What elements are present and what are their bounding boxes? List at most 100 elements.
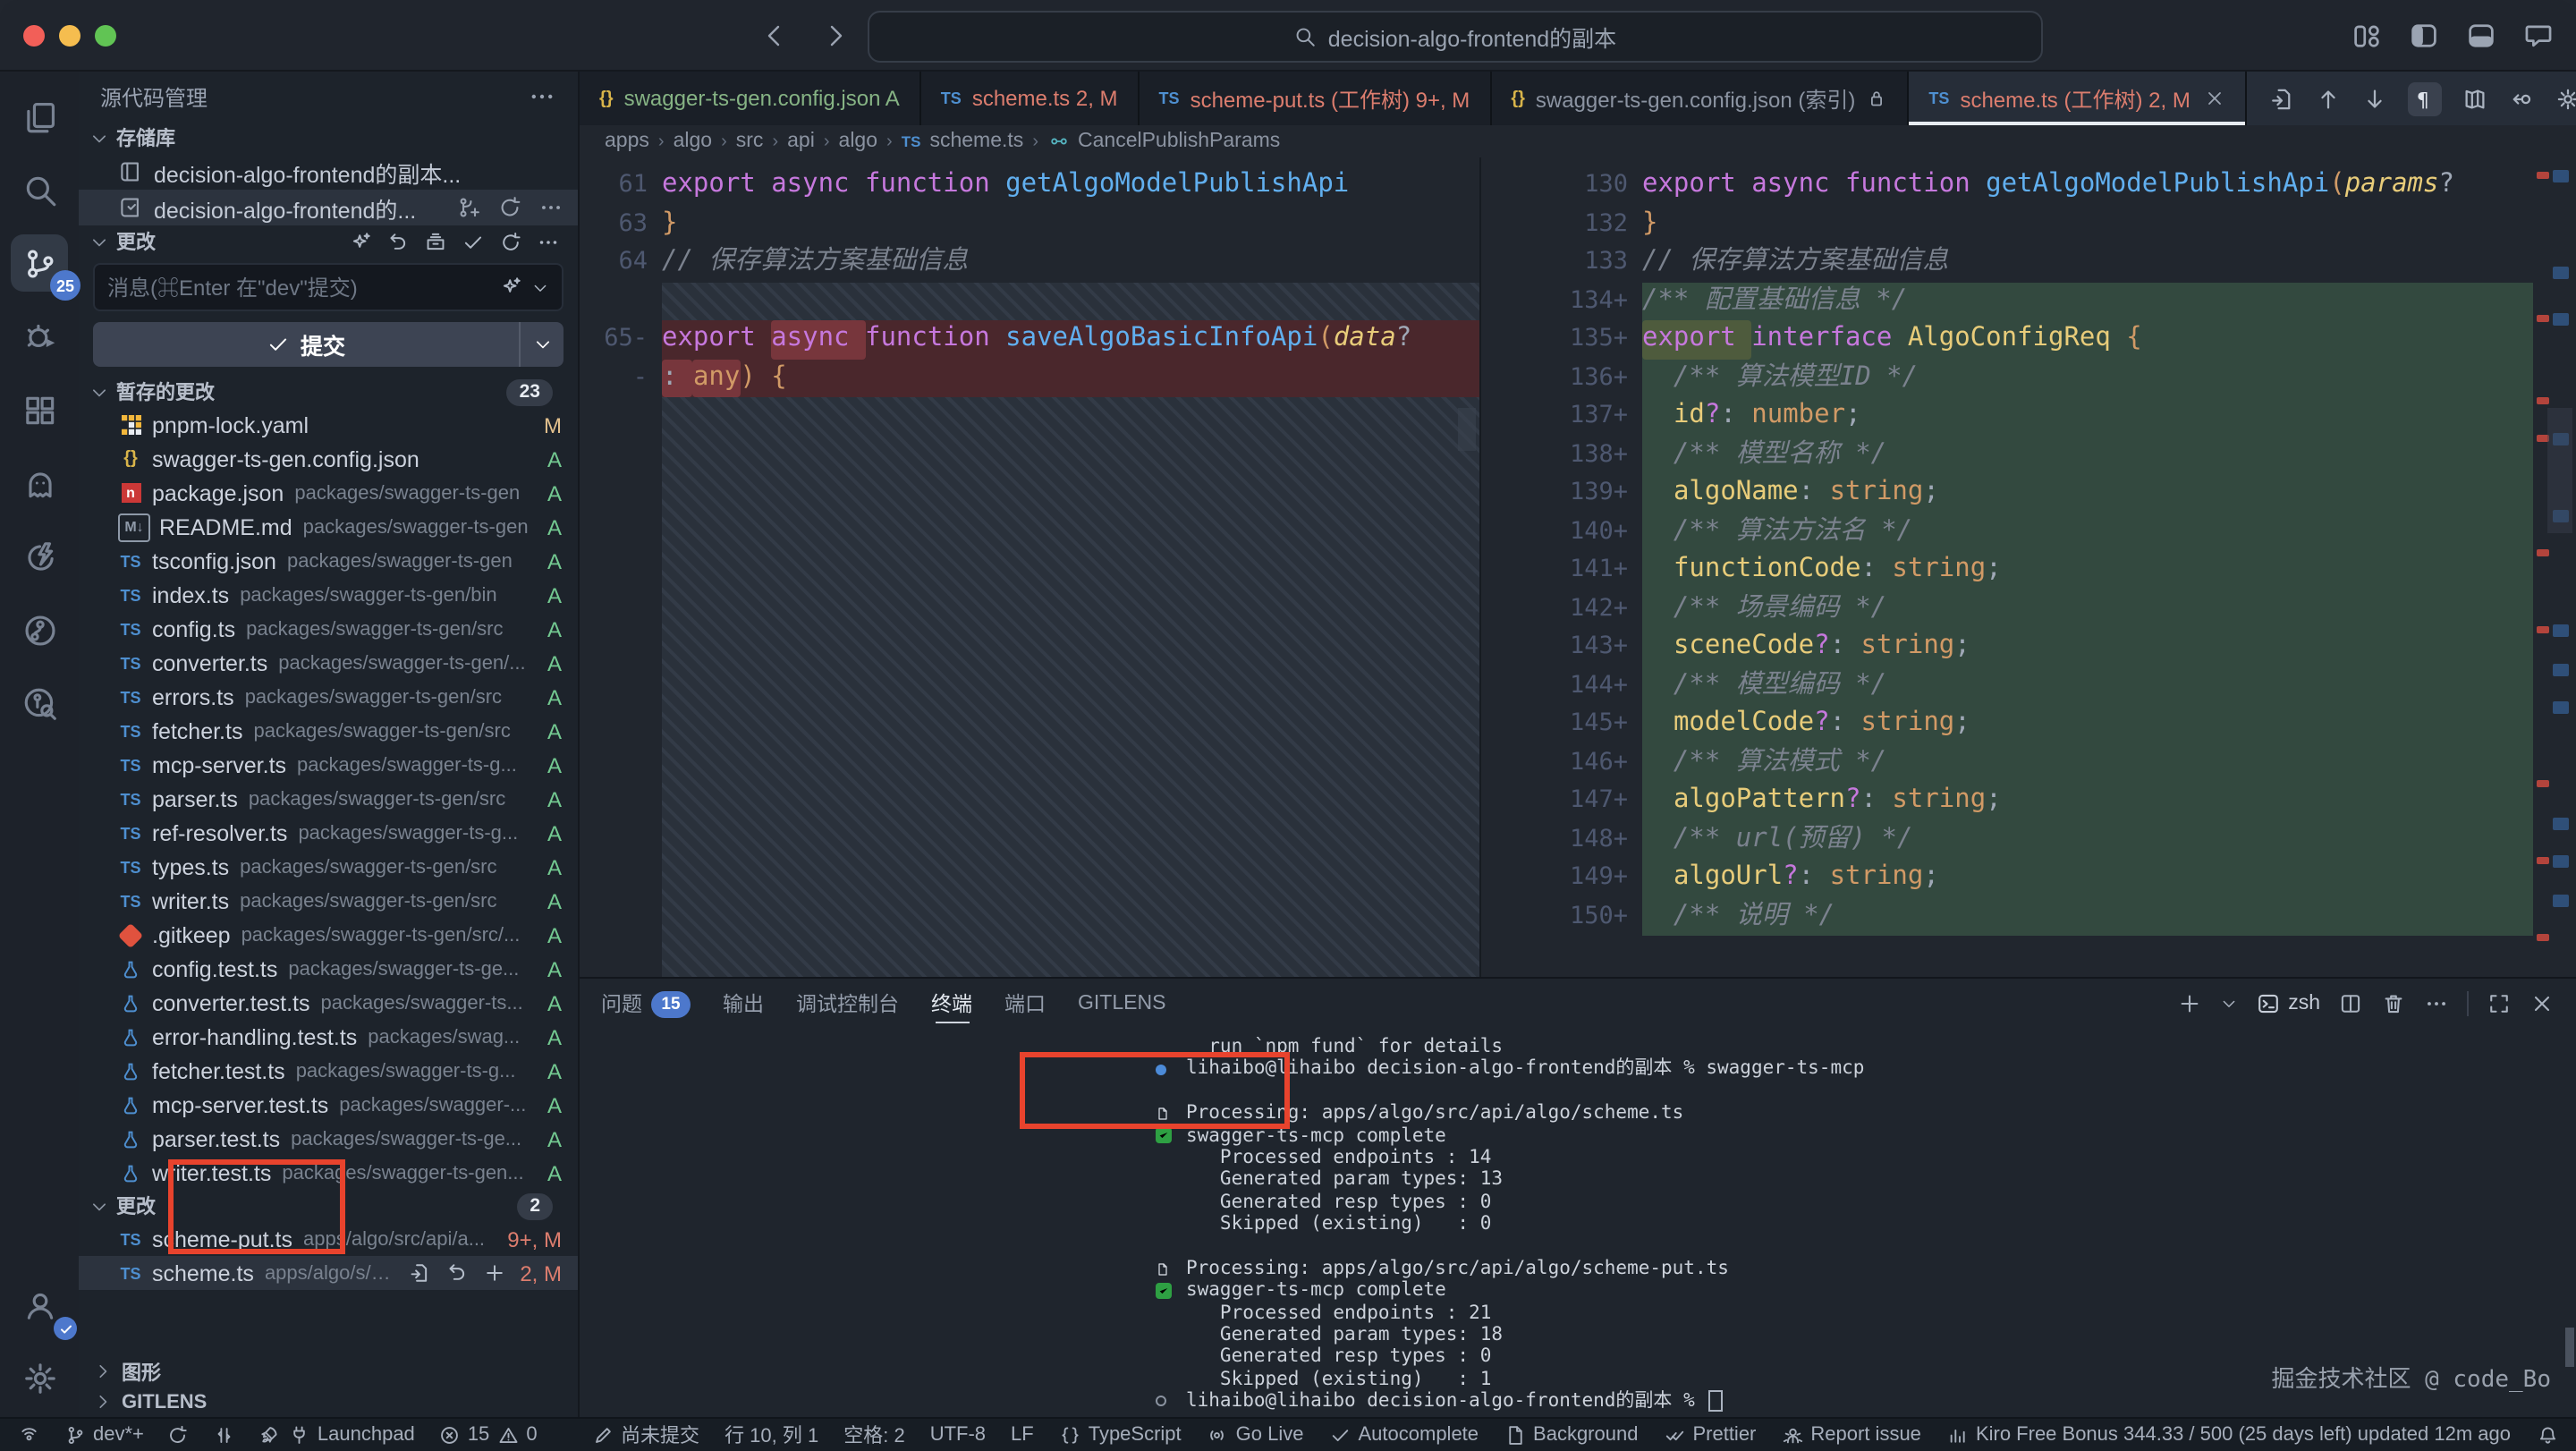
file-row-writer.ts[interactable]: TSwriter.tspackages/swagger-ts-gen/srcA — [79, 884, 578, 918]
panel-tab-调试控制台[interactable]: 调试控制台 — [796, 979, 899, 1029]
file-row-parser.test.ts[interactable]: parser.test.tspackages/swagger-ts-ge...A — [79, 1122, 578, 1156]
right-overview-ruler[interactable] — [2533, 157, 2576, 977]
status-item-indentation[interactable]: 空格: 2 — [843, 1421, 904, 1449]
diff-editor[interactable]: 61export async function getAlgoModelPubl… — [580, 157, 2576, 977]
terminal[interactable]: run `npm fund` for detailslihaibo@lihaib… — [580, 1029, 2576, 1417]
activity-bar-item-ghost-icon[interactable] — [11, 454, 68, 512]
activity-bar-item-settings-gear-icon[interactable] — [11, 1349, 68, 1406]
file-row-errors.ts[interactable]: TSerrors.tspackages/swagger-ts-gen/srcA — [79, 680, 578, 714]
file-row-parser.ts[interactable]: TSparser.tspackages/swagger-ts-gen/srcA — [79, 782, 578, 816]
editor-settings-icon[interactable] — [2555, 85, 2576, 112]
activity-bar-item-search-icon[interactable] — [11, 161, 68, 218]
file-row-error-handling.test.ts[interactable]: error-handling.test.tspackages/swag...A — [79, 1020, 578, 1054]
status-item-not-committed[interactable]: 尚未提交 — [591, 1421, 699, 1449]
breadcrumb-symbol[interactable]: CancelPublishParams — [1078, 131, 1280, 152]
status-item-language-mode[interactable]: TypeScript — [1059, 1424, 1182, 1447]
sync-icon[interactable] — [497, 195, 522, 220]
file-row-pnpm-lock.yaml[interactable]: pnpm-lock.yamlM — [79, 408, 578, 442]
kill-terminal-icon[interactable] — [2381, 991, 2406, 1016]
more-icon[interactable] — [2424, 991, 2449, 1016]
commit-button[interactable]: 提交 — [93, 322, 564, 367]
breadcrumb-file[interactable]: scheme.ts — [929, 131, 1023, 152]
file-row-.gitkeep[interactable]: .gitkeeppackages/swagger-ts-gen/src/...A — [79, 918, 578, 952]
refresh-icon[interactable] — [499, 230, 522, 253]
graph-section-header[interactable]: 图形 — [79, 1356, 578, 1387]
status-item-report-issue[interactable]: Report issue — [1781, 1424, 1921, 1447]
file-row-config.ts[interactable]: TSconfig.tspackages/swagger-ts-gen/srcA — [79, 612, 578, 646]
back-icon[interactable] — [760, 21, 789, 49]
file-row-converter.ts[interactable]: TSconverter.tspackages/swagger-ts-gen/..… — [79, 646, 578, 680]
left-overview-ruler[interactable] — [1458, 157, 1476, 977]
minimap-icon[interactable] — [2462, 85, 2489, 112]
file-row-README.md[interactable]: M↓README.mdpackages/swagger-ts-genA — [79, 510, 578, 544]
close-window-button[interactable] — [23, 24, 45, 46]
activity-bar-item-debug-icon[interactable] — [11, 308, 68, 365]
toggle-panel-icon[interactable] — [2465, 19, 2497, 51]
activity-bar-item-source-control-icon[interactable]: 25 — [11, 234, 68, 292]
chevron-down-icon[interactable] — [531, 278, 549, 296]
file-row-swagger-ts-gen.config.json[interactable]: {}swagger-ts-gen.config.jsonA — [79, 442, 578, 476]
terminal-dropdown-icon[interactable] — [2220, 995, 2238, 1013]
status-item-compare-changes[interactable] — [213, 1424, 235, 1447]
customize-layout-icon[interactable] — [2351, 19, 2383, 51]
activity-bar-item-account-icon[interactable] — [11, 1276, 68, 1333]
minimize-window-button[interactable] — [59, 24, 80, 46]
file-row-mcp-server.ts[interactable]: TSmcp-server.tspackages/swagger-ts-g...A — [79, 748, 578, 782]
breadcrumb[interactable]: apps›algo›src›api›algo›TSscheme.ts›Cance… — [580, 125, 2576, 157]
status-item-remote[interactable] — [18, 1424, 40, 1447]
status-item-prettier[interactable]: Prettier — [1663, 1424, 1756, 1447]
file-row-fetcher.test.ts[interactable]: fetcher.test.tspackages/swagger-ts-g...A — [79, 1054, 578, 1088]
panel-tab-GITLENS[interactable]: GITLENS — [1078, 979, 1165, 1029]
status-item-branch[interactable]: dev*+ — [64, 1424, 144, 1447]
status-item-problems[interactable]: 150 — [438, 1424, 538, 1447]
status-item-autocomplete[interactable]: Autocomplete — [1329, 1424, 1479, 1447]
panel-tab-输出[interactable]: 输出 — [723, 979, 764, 1029]
forward-icon[interactable] — [821, 21, 850, 49]
whitespace-icon[interactable]: ¶ — [2409, 81, 2443, 115]
breadcrumb-item[interactable]: apps — [605, 131, 649, 152]
editor-tab-scheme.ts (工作树)[interactable]: TSscheme.ts (工作树) 2, M — [1909, 72, 2247, 125]
file-row-mcp-server.test.ts[interactable]: mcp-server.test.tspackages/swagger-...A — [79, 1088, 578, 1122]
file-row-tsconfig.json[interactable]: TStsconfig.jsonpackages/swagger-ts-genA — [79, 544, 578, 578]
maximize-window-button[interactable] — [95, 24, 116, 46]
editor-tab-swagger-ts-gen.config.json[interactable]: {}swagger-ts-gen.config.json A — [580, 72, 921, 125]
status-item-eol[interactable]: LF — [1011, 1424, 1034, 1446]
sidebar-more-icon[interactable] — [528, 82, 556, 111]
file-row-index.ts[interactable]: TSindex.tspackages/swagger-ts-gen/binA — [79, 578, 578, 612]
split-terminal-icon[interactable] — [2338, 991, 2363, 1016]
sparkle-icon[interactable] — [349, 230, 372, 253]
terminal-scrollbar[interactable] — [2565, 1328, 2574, 1367]
command-center-search[interactable]: decision-algo-frontend的副本 — [868, 11, 2043, 63]
discard-file-icon[interactable] — [445, 1261, 468, 1285]
status-item-launchpad[interactable]: Launchpad — [258, 1424, 415, 1447]
go-to-file-icon[interactable] — [407, 1261, 430, 1285]
status-item-sync[interactable] — [167, 1424, 190, 1447]
status-item-notifications[interactable] — [2536, 1424, 2558, 1447]
previous-change-icon[interactable] — [2316, 85, 2343, 112]
panel-tab-终端[interactable]: 终端 — [931, 979, 972, 1029]
breadcrumb-item[interactable]: algo — [674, 131, 713, 152]
file-row-config.test.ts[interactable]: config.test.tspackages/swagger-ts-ge...A — [79, 952, 578, 986]
diff-original-pane[interactable]: 61export async function getAlgoModelPubl… — [580, 157, 1481, 977]
gitlens-section-header[interactable]: GITLENS — [79, 1387, 578, 1417]
file-row-types.ts[interactable]: TStypes.tspackages/swagger-ts-gen/srcA — [79, 850, 578, 884]
stage-file-icon[interactable] — [482, 1261, 505, 1285]
new-terminal-icon[interactable] — [2177, 991, 2202, 1016]
editor-tab-scheme.ts[interactable]: TSscheme.ts 2, M — [921, 72, 1140, 125]
check-icon[interactable] — [462, 230, 485, 253]
file-row-fetcher.ts[interactable]: TSfetcher.tspackages/swagger-ts-gen/srcA — [79, 714, 578, 748]
status-item-go-live[interactable]: Go Live — [1207, 1424, 1304, 1447]
editor-tab-swagger-ts-gen.config.json (索引)[interactable]: {}swagger-ts-gen.config.json (索引) — [1491, 72, 1909, 125]
editor-tab-scheme-put.ts (工作树)[interactable]: TSscheme-put.ts (工作树) 9+, M — [1140, 72, 1492, 125]
panel-tab-问题[interactable]: 问题15 — [601, 979, 691, 1029]
sparkle-icon[interactable] — [499, 276, 522, 299]
inline-view-icon[interactable] — [2509, 85, 2536, 112]
open-changes-icon[interactable] — [2269, 85, 2296, 112]
commit-message-input[interactable]: 消息(⌘Enter 在"dev"提交) — [93, 263, 564, 311]
breadcrumb-item[interactable]: api — [787, 131, 815, 152]
close-panel-icon[interactable] — [2529, 991, 2555, 1016]
terminal-shell-item[interactable]: zsh — [2256, 991, 2320, 1016]
close-icon[interactable] — [2205, 88, 2226, 109]
repos-section-header[interactable]: 存储库 — [79, 122, 578, 154]
panel-tab-端口[interactable]: 端口 — [1004, 979, 1046, 1029]
